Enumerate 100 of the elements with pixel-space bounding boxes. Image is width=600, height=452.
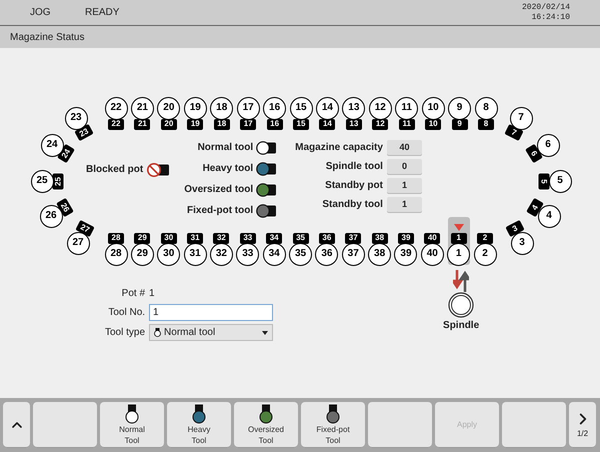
tool-pot[interactable]: 17	[236, 96, 260, 120]
tool-pot[interactable]: 11	[395, 96, 418, 120]
info-value: 40	[386, 140, 422, 155]
tool-pot[interactable]: 8	[474, 96, 498, 120]
pot-number: 20	[160, 118, 177, 130]
tool-pot[interactable]: 6	[536, 134, 560, 156]
info-value: 0	[386, 159, 422, 174]
pot-value: 1	[149, 287, 156, 301]
info-label: Standby tool	[322, 198, 383, 212]
tool-pot[interactable]: 36	[315, 242, 338, 266]
tool-pot[interactable]: 28	[104, 242, 128, 266]
softkey[interactable]	[368, 402, 432, 448]
tool-pot[interactable]: 29	[130, 242, 154, 266]
tool-pot[interactable]: 15	[290, 96, 312, 120]
tool-no-label: Tool No.	[107, 306, 146, 320]
tool-pot[interactable]: 40	[420, 242, 444, 266]
legend-label: Heavy tool	[202, 162, 254, 176]
tool-pot[interactable]: 34	[262, 242, 286, 266]
tool-pot[interactable]: 37	[342, 242, 365, 266]
tool-pot[interactable]: 39	[394, 242, 418, 266]
pot-number: 25	[52, 173, 64, 189]
tool-pot[interactable]: 12	[368, 96, 392, 120]
pot-number: 37	[345, 232, 362, 244]
pot-number: 12	[372, 118, 388, 130]
info-value: 1	[386, 178, 422, 193]
tool-pot[interactable]: 27	[66, 232, 90, 254]
tool-type-button[interactable]: Fixed-pot Tool	[301, 402, 365, 448]
pot-number: 17	[240, 118, 256, 130]
tool-type-button[interactable]: Oversized Tool	[234, 402, 298, 448]
tool-pot[interactable]: 13	[342, 96, 366, 120]
tool-pot[interactable]: 30	[157, 242, 180, 266]
tool-pot[interactable]: 23	[64, 106, 88, 130]
info-value: 1	[386, 197, 422, 212]
tool-legend-icon	[255, 182, 278, 196]
tool-pot[interactable]: 16	[263, 96, 286, 120]
pot-number: 8	[478, 118, 494, 130]
pot-number: 10	[425, 118, 442, 130]
pot-number: 28	[108, 232, 124, 244]
tool-pot[interactable]: 19	[184, 96, 207, 120]
legend-label: Normal tool	[198, 141, 254, 155]
tool-pot[interactable]: 33	[236, 242, 260, 266]
dropdown-caret-icon	[262, 330, 268, 334]
pot-number: 3	[505, 220, 524, 238]
blocked-pot-icon	[146, 162, 170, 176]
tool-pot[interactable]: 38	[368, 242, 392, 266]
pot-number: 13	[346, 118, 362, 130]
screen-title: Magazine Status	[10, 30, 84, 44]
status-label: READY	[85, 6, 120, 20]
legend-label: Oversized tool	[184, 183, 254, 197]
pot-number: 39	[398, 232, 414, 244]
tool-type-label: Tool type	[105, 326, 146, 340]
exchange-arrows-icon	[453, 270, 470, 292]
tool-icon	[154, 328, 162, 337]
tool-legend-icon	[255, 162, 278, 176]
tool-pot[interactable]: 10	[422, 96, 445, 120]
tool-pot[interactable]: 21	[130, 96, 154, 120]
tool-pot[interactable]: 14	[316, 96, 339, 120]
pot-number: 18	[214, 118, 230, 130]
pot-number: 9	[452, 118, 468, 130]
tool-legend-icon	[255, 204, 278, 218]
pot-number: 33	[240, 232, 256, 244]
legend-label: Fixed-pot tool	[187, 204, 254, 218]
date-label: 2020/02/14	[522, 2, 570, 12]
pot-number: 34	[266, 232, 282, 244]
pot-number: 32	[213, 232, 230, 244]
pot-number: 30	[160, 232, 177, 244]
pot-number: 19	[187, 118, 204, 130]
time-label: 16:24:10	[532, 12, 570, 22]
tool-type-dropdown[interactable]: Normal tool	[149, 324, 274, 341]
pot-number: 5	[538, 173, 550, 189]
tool-pot[interactable]: 31	[184, 242, 207, 266]
tool-type-button[interactable]: Normal Tool	[100, 402, 164, 448]
tool-type-button[interactable]: Heavy Tool	[167, 402, 231, 448]
tool-pot[interactable]: 25	[30, 170, 54, 192]
mode-label: JOG	[30, 6, 52, 20]
pot-number: 11	[398, 118, 415, 130]
tool-no-field[interactable]: 1	[149, 304, 274, 321]
pot-number: 31	[187, 232, 204, 244]
tool-pot[interactable]: 9	[448, 96, 472, 120]
softkey[interactable]	[33, 402, 97, 448]
tool-pot[interactable]: 7	[510, 106, 532, 130]
next-page-button[interactable]: 1/2	[569, 402, 596, 448]
pot-number: 2	[477, 232, 494, 244]
scroll-up-button[interactable]	[3, 402, 30, 448]
spindle-icon	[448, 292, 474, 318]
tool-pot[interactable]: 35	[289, 242, 312, 266]
tool-pot[interactable]: 5	[548, 170, 572, 192]
tool-pot[interactable]: 32	[210, 242, 233, 266]
tool-pot[interactable]: 20	[157, 96, 180, 120]
pot-number: 38	[372, 232, 388, 244]
pot-number: 22	[108, 118, 124, 130]
tool-pot[interactable]: 3	[510, 232, 534, 254]
tool-pot[interactable]: 22	[104, 96, 128, 120]
softkey[interactable]	[502, 402, 566, 448]
tool-pot[interactable]: 18	[210, 96, 234, 120]
pot-number: 21	[134, 118, 150, 130]
pot-number: 16	[266, 118, 283, 130]
tool-pot[interactable]: 4	[538, 204, 560, 228]
pot-number: 27	[76, 220, 95, 238]
tool-pot[interactable]: 2	[474, 242, 497, 266]
